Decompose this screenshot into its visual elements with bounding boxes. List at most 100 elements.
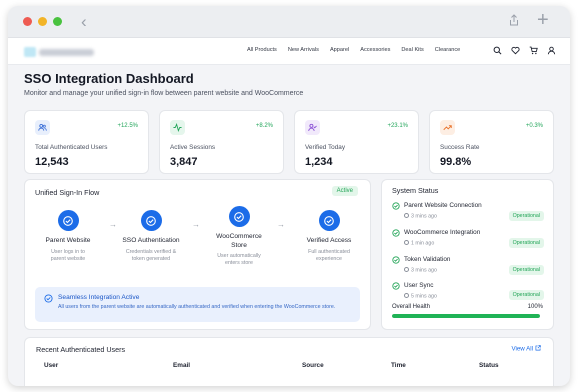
arrow-right-icon: →: [277, 220, 285, 229]
nav-icons: [493, 46, 556, 55]
stat-label: Total Authenticated Users: [35, 144, 108, 151]
stat-value: 1,234: [305, 156, 333, 168]
status-name: Token Validation: [404, 256, 451, 263]
overall-health-label: Overall Health: [392, 304, 431, 310]
notice-title: Seamless Integration Active: [58, 294, 140, 301]
status-item-user-sync: User Sync 5 mins ago Operational: [392, 282, 544, 304]
stat-change: +12.5%: [117, 123, 138, 129]
nav-link-apparel[interactable]: Apparel: [330, 47, 349, 53]
nav-link-all-products[interactable]: All Products: [247, 47, 277, 53]
flow-status-badge: Active: [331, 186, 358, 196]
stat-card-total-users: +12.5% Total Authenticated Users 12,543: [24, 110, 149, 174]
recent-users-panel: Recent Authenticated Users View All User…: [24, 337, 554, 386]
stat-value: 99.8%: [440, 156, 472, 168]
stat-label: Verified Today: [305, 144, 346, 151]
search-icon[interactable]: [493, 46, 502, 55]
view-all-link[interactable]: View All: [511, 345, 541, 353]
flow-step-woocommerce-store: WooCommerce Store User automatically ent…: [204, 206, 274, 267]
page-subtitle: Monitor and manage your unified sign-in …: [24, 90, 304, 97]
stat-card-verified-today: +23.1% Verified Today 1,234: [294, 110, 419, 174]
user-check-icon: [305, 120, 320, 135]
status-name: Parent Website Connection: [404, 202, 482, 209]
step-title: Verified Access: [306, 237, 352, 244]
sign-in-flow-panel: Unified Sign-In Flow Active Parent Websi…: [24, 179, 371, 330]
logo-mark: [24, 47, 36, 57]
check-circle-icon: [392, 202, 400, 210]
status-badge: Operational: [508, 211, 544, 221]
status-time: 1 min ago: [404, 240, 434, 247]
close-window-button[interactable]: [23, 17, 32, 26]
recent-users-title: Recent Authenticated Users: [36, 345, 126, 354]
step-description: Full authenticated experience: [308, 248, 350, 262]
system-status-title: System Status: [392, 186, 439, 195]
flow-step-verified-access: Verified Access Full authenticated exper…: [294, 210, 364, 263]
column-header-time[interactable]: Time: [391, 362, 406, 369]
step-description: Credentials verified & token generated: [125, 248, 177, 262]
nav-link-new-arrivals[interactable]: New Arrivals: [288, 47, 319, 53]
overall-health-fill: [392, 314, 540, 318]
status-time-text: 5 mins ago: [411, 293, 437, 300]
status-time: 3 mins ago: [404, 213, 437, 220]
flow-title: Unified Sign-In Flow: [35, 188, 100, 197]
site-logo[interactable]: [24, 47, 96, 57]
user-icon[interactable]: [547, 46, 556, 55]
stat-change: +23.1%: [387, 123, 408, 129]
nav-link-clearance[interactable]: Clearance: [435, 47, 461, 53]
heart-icon[interactable]: [511, 46, 520, 55]
status-time-text: 3 mins ago: [411, 267, 437, 274]
status-name: WooCommerce Integration: [404, 229, 481, 236]
arrow-right-icon: →: [192, 220, 200, 229]
column-header-email[interactable]: Email: [173, 362, 190, 369]
check-circle-icon: [57, 210, 79, 231]
check-circle-icon: [228, 206, 250, 227]
new-tab-icon[interactable]: +: [537, 9, 549, 32]
cart-icon[interactable]: [529, 46, 538, 55]
status-time-text: 1 min ago: [411, 240, 435, 247]
flow-step-sso-authentication: SSO Authentication Credentials verified …: [116, 210, 186, 263]
notice-body: All users from the parent website are au…: [58, 304, 336, 310]
view-all-label: View All: [511, 345, 533, 353]
external-link-icon: [535, 345, 541, 351]
column-header-source[interactable]: Source: [302, 362, 324, 369]
step-title: Parent Website: [45, 237, 91, 244]
check-circle-icon: [392, 229, 400, 237]
stat-card-active-sessions: +8.2% Active Sessions 3,847: [159, 110, 284, 174]
stat-label: Active Sessions: [170, 144, 216, 151]
clock-icon: [404, 293, 409, 298]
integration-notice: Seamless Integration Active All users fr…: [35, 287, 360, 322]
step-title: SSO Authentication: [122, 237, 180, 244]
check-circle-icon: [318, 210, 340, 231]
share-icon[interactable]: [509, 13, 519, 31]
maximize-window-button[interactable]: [53, 17, 62, 26]
users-icon: [35, 120, 50, 135]
status-time: 3 mins ago: [404, 267, 437, 274]
trending-up-icon: [440, 120, 455, 135]
status-time: 5 mins ago: [404, 293, 437, 300]
check-circle-icon: [392, 282, 400, 290]
nav-link-accessories[interactable]: Accessories: [360, 47, 390, 53]
status-badge: Operational: [508, 265, 544, 275]
step-description: User automatically enters store: [217, 253, 261, 267]
status-item-token-validation: Token Validation 3 mins ago Operational: [392, 256, 544, 278]
stat-change: +0.3%: [525, 123, 543, 129]
overall-health-value: 100%: [527, 304, 543, 310]
overall-health-bar: [392, 314, 540, 318]
minimize-window-button[interactable]: [38, 17, 47, 26]
flow-step-parent-website: Parent Website User logs in to parent we…: [33, 210, 103, 263]
status-time-text: 3 mins ago: [411, 213, 437, 220]
page-title: SSO Integration Dashboard: [24, 71, 194, 86]
status-name: User Sync: [404, 282, 434, 289]
status-item-parent-website: Parent Website Connection 3 mins ago Ope…: [392, 202, 544, 224]
stat-change: +8.2%: [255, 123, 273, 129]
check-circle-icon: [140, 210, 162, 231]
column-header-user[interactable]: User: [44, 362, 58, 369]
column-header-status[interactable]: Status: [479, 362, 499, 369]
clock-icon: [404, 240, 409, 245]
status-badge: Operational: [508, 290, 544, 300]
site-navbar: All Products New Arrivals Apparel Access…: [8, 38, 570, 65]
back-arrow-icon[interactable]: ‹: [81, 12, 87, 32]
logo-wordmark: [39, 49, 94, 56]
check-circle-icon: [392, 256, 400, 264]
stat-label: Success Rate: [440, 144, 480, 151]
nav-link-deal-kits[interactable]: Deal Kits: [401, 47, 423, 53]
